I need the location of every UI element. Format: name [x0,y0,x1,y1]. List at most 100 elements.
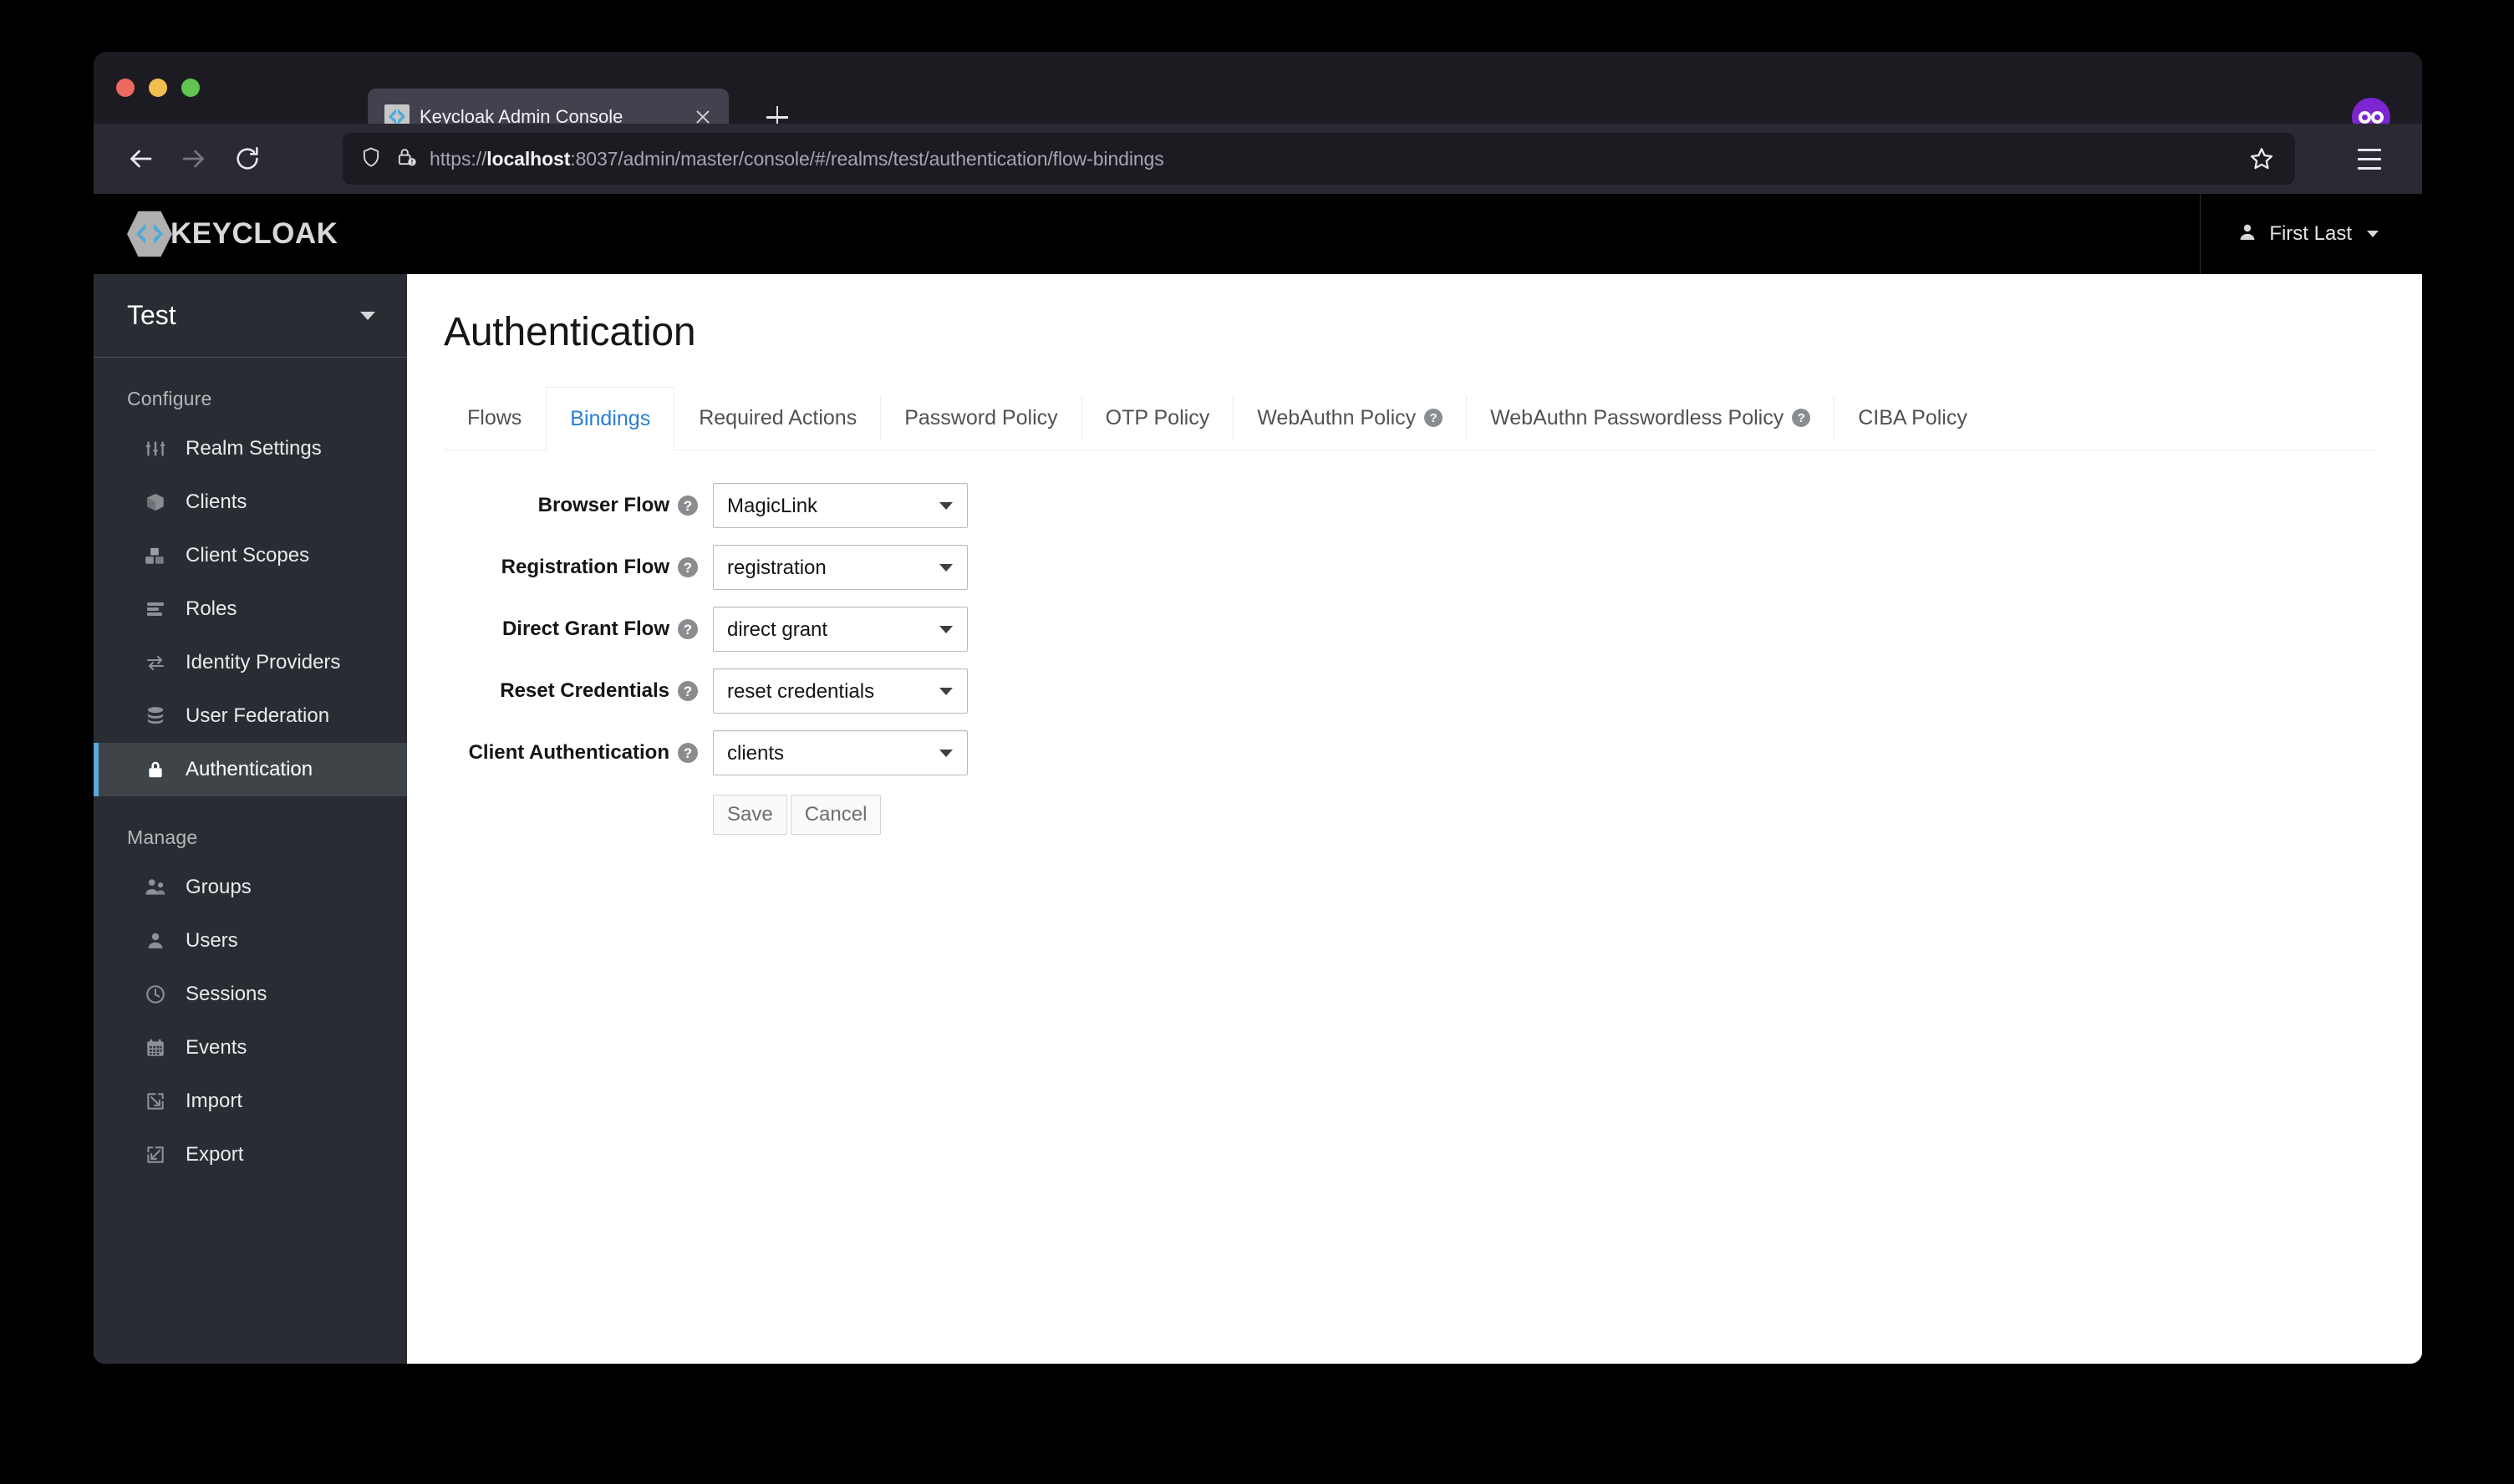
tab-bar: Flows Bindings Required Actions Password Po… [444,387,2374,450]
tab-ciba-policy[interactable]: CIBA Policy [1835,386,1991,450]
close-window-button[interactable] [116,79,135,97]
sidebar-item-label: Events [186,1036,247,1059]
keycloak-masthead: KEYCLOAK First Last [94,194,2422,274]
help-icon[interactable]: ? [678,557,698,577]
browser-menu-button[interactable] [2347,136,2392,181]
page-body: Test Configure Realm Settings Clients Clien… [94,274,2422,1364]
back-button[interactable] [114,132,167,186]
help-icon[interactable]: ? [678,496,698,516]
sidebar-item-authentication[interactable]: Authentication [94,743,407,796]
bookmark-star-icon[interactable] [2240,137,2283,180]
help-icon[interactable]: ? [678,681,698,701]
page-title: Authentication [444,310,696,354]
sidebar-section-title: Configure [127,388,212,409]
tab-label: Flows [467,405,522,429]
select-wrapper: clients [713,730,968,775]
sidebar-item-export[interactable]: Export [94,1128,407,1182]
realm-selector[interactable]: Test [94,274,407,358]
form-row: Browser Flow? MagicLink [444,483,2422,528]
form-label: Registration Flow? [444,556,713,579]
calendar-icon [144,1036,167,1060]
select-wrapper: direct grant [713,607,968,652]
form-actions: Save Cancel [713,795,2422,835]
help-icon[interactable]: ? [678,743,698,763]
tab-label: CIBA Policy [1858,405,1967,429]
tab-password-policy[interactable]: Password Policy [881,386,1081,450]
help-icon[interactable]: ? [678,619,698,639]
tab-webauthn-policy[interactable]: WebAuthn Policy? [1234,386,1466,450]
lock-icon [144,758,167,781]
keycloak-logo[interactable]: KEYCLOAK [127,210,338,258]
blocks-icon [144,544,167,567]
sidebar-item-groups[interactable]: Groups [94,861,407,914]
select-wrapper: MagicLink [713,483,968,528]
tab-flows[interactable]: Flows [444,386,545,450]
sidebar-item-label: Realm Settings [186,437,322,460]
form-label-text: Direct Grant Flow [501,617,669,640]
window-controls [116,79,200,97]
url-bar[interactable]: https://localhost:8037/admin/master/cons… [343,133,2295,185]
url-path: :8037/admin/master/console/#/realms/test… [570,147,1164,170]
reload-button[interactable] [221,132,274,186]
tab-label: Required Actions [699,405,858,429]
browser-window: Keycloak Admin Console https://localhost… [94,52,2422,1364]
sidebar-item-client-scopes[interactable]: Client Scopes [94,529,407,582]
sidebar-item-label: Import [186,1090,243,1112]
sidebar-item-users[interactable]: Users [94,914,407,968]
sidebar-item-sessions[interactable]: Sessions [94,968,407,1021]
sidebar-item-label: Client Scopes [186,544,310,567]
main-content: Authentication Flows Bindings Required Act… [407,274,2422,1364]
sidebar-item-label: Users [186,929,238,952]
user-menu-button[interactable]: First Last [2237,221,2379,247]
database-icon [144,704,167,728]
browser-navbar: https://localhost:8037/admin/master/cons… [94,124,2422,194]
list-bars-icon [144,597,167,621]
sidebar-item-user-federation[interactable]: User Federation [94,689,407,743]
cancel-button[interactable]: Cancel [790,795,882,835]
shield-icon[interactable] [359,145,383,173]
user-menu-label: First Last [2269,222,2352,245]
tab-webauthn-passwordless-policy[interactable]: WebAuthn Passwordless Policy? [1467,386,1834,450]
sidebar-item-identity-providers[interactable]: Identity Providers [94,636,407,689]
reset-credentials-select[interactable]: reset credentials [713,668,968,714]
browser-tabstrip: Keycloak Admin Console [94,52,2422,145]
sidebar-section-title: Manage [127,826,198,848]
browser-flow-select[interactable]: MagicLink [713,483,968,528]
sidebar-item-events[interactable]: Events [94,1021,407,1075]
minimize-window-button[interactable] [149,79,167,97]
forward-button[interactable] [167,132,221,186]
form-label-text: Reset Credentials [500,679,669,702]
form-label: Browser Flow? [444,494,713,517]
form-label-text: Registration Flow [501,556,669,578]
sidebar-item-realm-settings[interactable]: Realm Settings [94,422,407,475]
maximize-window-button[interactable] [181,79,200,97]
save-button[interactable]: Save [713,795,787,835]
sidebar-item-clients[interactable]: Clients [94,475,407,529]
form-label: Direct Grant Flow? [444,617,713,641]
user-avatar-icon [2237,221,2257,247]
keycloak-wordmark: KEYCLOAK [170,217,338,250]
select-wrapper: reset credentials [713,668,968,714]
chevron-down-icon [360,311,375,320]
help-icon[interactable]: ? [1424,409,1443,427]
sidebar-item-import[interactable]: Import [94,1075,407,1128]
sidebar-item-label: Groups [186,876,252,898]
direct-grant-flow-select[interactable]: direct grant [713,607,968,652]
client-authentication-select[interactable]: clients [713,730,968,775]
tab-bindings[interactable]: Bindings [546,387,675,450]
export-arrow-icon [144,1143,167,1166]
lock-warning-icon[interactable] [394,145,418,173]
form-label: Client Authentication? [444,741,713,765]
tab-otp-policy[interactable]: OTP Policy [1082,386,1234,450]
url-text[interactable]: https://localhost:8037/admin/master/cons… [430,148,2228,170]
tab-required-actions[interactable]: Required Actions [675,386,880,450]
cube-icon [144,490,167,514]
sidebar-item-label: Identity Providers [186,651,341,673]
clock-icon [144,983,167,1006]
tab-label: Password Policy [904,405,1058,429]
tab-label: WebAuthn Policy [1257,405,1417,429]
chevron-down-icon [2367,231,2379,237]
help-icon[interactable]: ? [1792,409,1811,427]
registration-flow-select[interactable]: registration [713,545,968,590]
sidebar-item-roles[interactable]: Roles [94,582,407,636]
